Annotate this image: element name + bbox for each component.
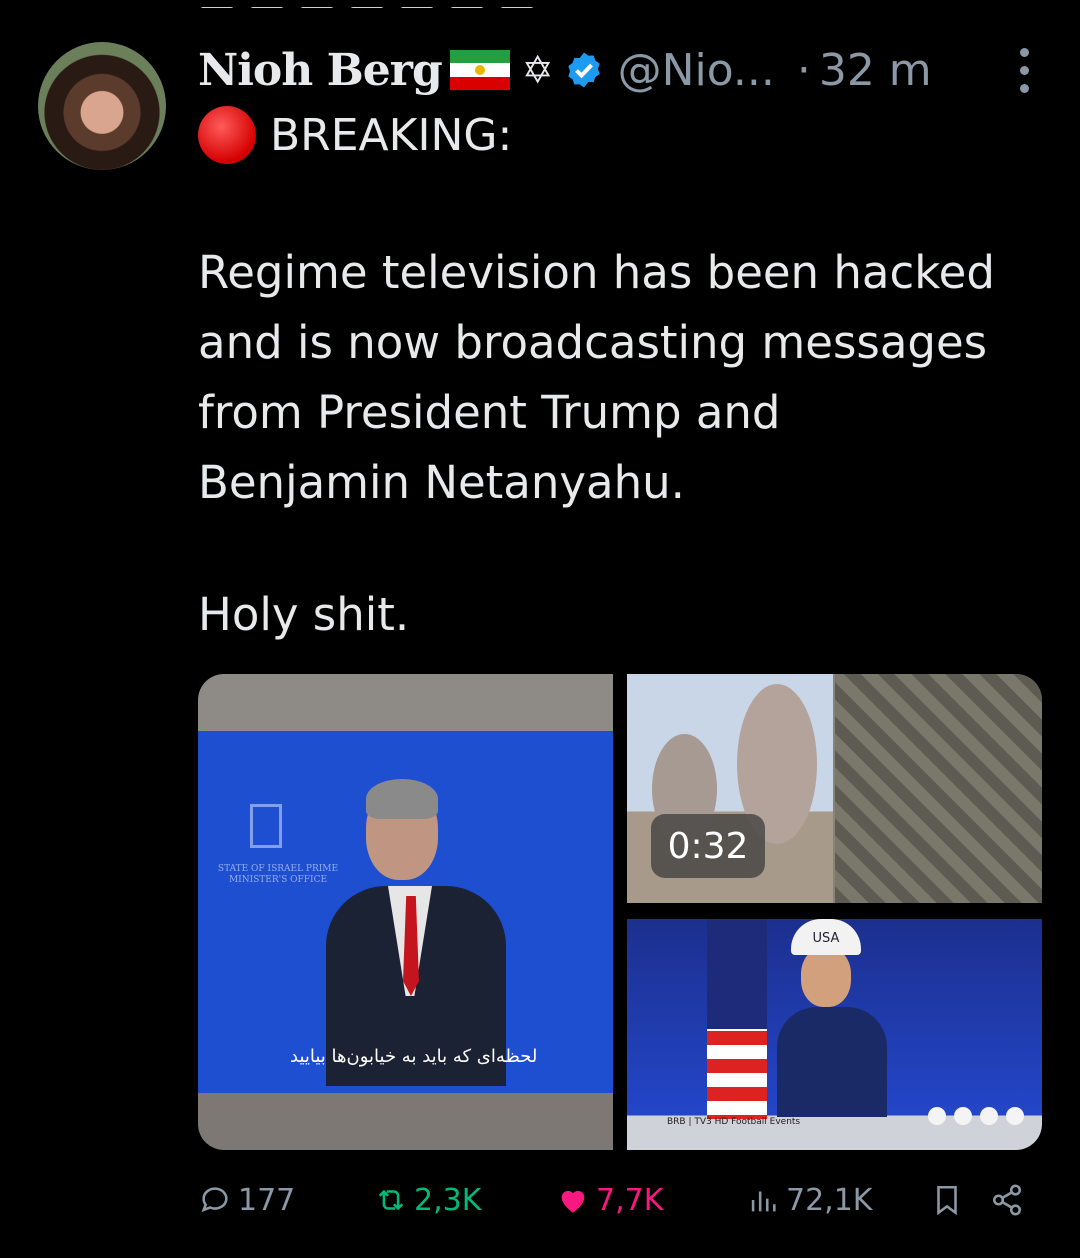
- iran-lion-sun-flag-icon: [449, 50, 510, 90]
- office-caption: STATE OF ISRAEL PRIME MINISTER'S OFFICE: [217, 864, 339, 885]
- us-flag: [707, 919, 767, 1119]
- more-vertical-icon[interactable]: [1020, 47, 1030, 93]
- tv-ticker: BRB | TV3 HD Football Events: [667, 1117, 801, 1127]
- body-line: and is now broadcasting messages: [198, 316, 988, 369]
- tv-overlay-icons: [928, 1107, 1024, 1125]
- speaker-jacket: [777, 1007, 887, 1117]
- avatar[interactable]: [38, 42, 166, 170]
- bookmark-button[interactable]: [930, 1183, 964, 1217]
- views-bar-chart-icon: [751, 1191, 776, 1212]
- speaker-face: [801, 947, 851, 1007]
- body-line: Regime television has been hacked: [198, 246, 995, 299]
- body-line: from President Trump and: [198, 386, 781, 439]
- separator-dot: ·: [796, 44, 811, 96]
- repost-icon: [378, 1189, 404, 1211]
- action-bar: 177 2,3K 7,7K 72,1K: [198, 1172, 1038, 1228]
- share-button[interactable]: [990, 1183, 1024, 1217]
- persian-subtitle: لحظه‌ای که باید به خیابون‌ها بیایید: [290, 1046, 538, 1067]
- media-trump-broadcast[interactable]: USA BRB | TV3 HD Football Events: [627, 919, 1042, 1150]
- repost-button[interactable]: 2,3K: [374, 1183, 481, 1218]
- view-count: 72,1K: [786, 1182, 873, 1218]
- closing-line: Holy shit.: [198, 588, 410, 641]
- media-grid: STATE OF ISRAEL PRIME MINISTER'S OFFICE …: [198, 674, 1042, 1150]
- author-handle[interactable]: @Nio...: [618, 45, 775, 96]
- body-line: Benjamin Netanyahu.: [198, 456, 685, 509]
- speaker-hair: [366, 779, 438, 819]
- tweet-body: Regime television has been hacked and is…: [198, 238, 1068, 518]
- verified-badge-icon: [567, 52, 600, 88]
- breaking-line: BREAKING:: [198, 106, 512, 164]
- red-circle-icon: [198, 106, 256, 164]
- menorah-emblem-icon: [250, 804, 282, 848]
- reply-icon: [201, 1187, 228, 1213]
- media-netanyahu-broadcast[interactable]: STATE OF ISRAEL PRIME MINISTER'S OFFICE …: [198, 674, 613, 1150]
- aerial-damage-scene: [835, 674, 1042, 903]
- author-name[interactable]: Nioh Berg: [198, 45, 443, 96]
- like-button[interactable]: 7,7K: [556, 1183, 663, 1218]
- reply-button[interactable]: 177: [198, 1183, 295, 1218]
- views-button[interactable]: 72,1K: [746, 1183, 872, 1218]
- share-icon: [992, 1184, 1022, 1216]
- reply-count: 177: [238, 1182, 296, 1218]
- speaker-cap: USA: [791, 919, 861, 955]
- repost-count: 2,3K: [414, 1182, 482, 1218]
- timestamp[interactable]: 32 m: [819, 45, 932, 96]
- heart-icon: [561, 1190, 585, 1213]
- media-video-strike[interactable]: 0:32: [627, 674, 1042, 903]
- like-count: 7,7K: [596, 1182, 664, 1218]
- breaking-label: BREAKING:: [270, 109, 513, 161]
- bookmark-icon: [937, 1185, 957, 1216]
- star-of-david-icon: ✡: [521, 48, 554, 92]
- tweet-header: Nioh Berg ✡ @Nio... · 32 m: [198, 40, 1060, 100]
- video-duration-badge: 0:32: [651, 814, 765, 878]
- previous-tweet-edge: [200, 0, 660, 8]
